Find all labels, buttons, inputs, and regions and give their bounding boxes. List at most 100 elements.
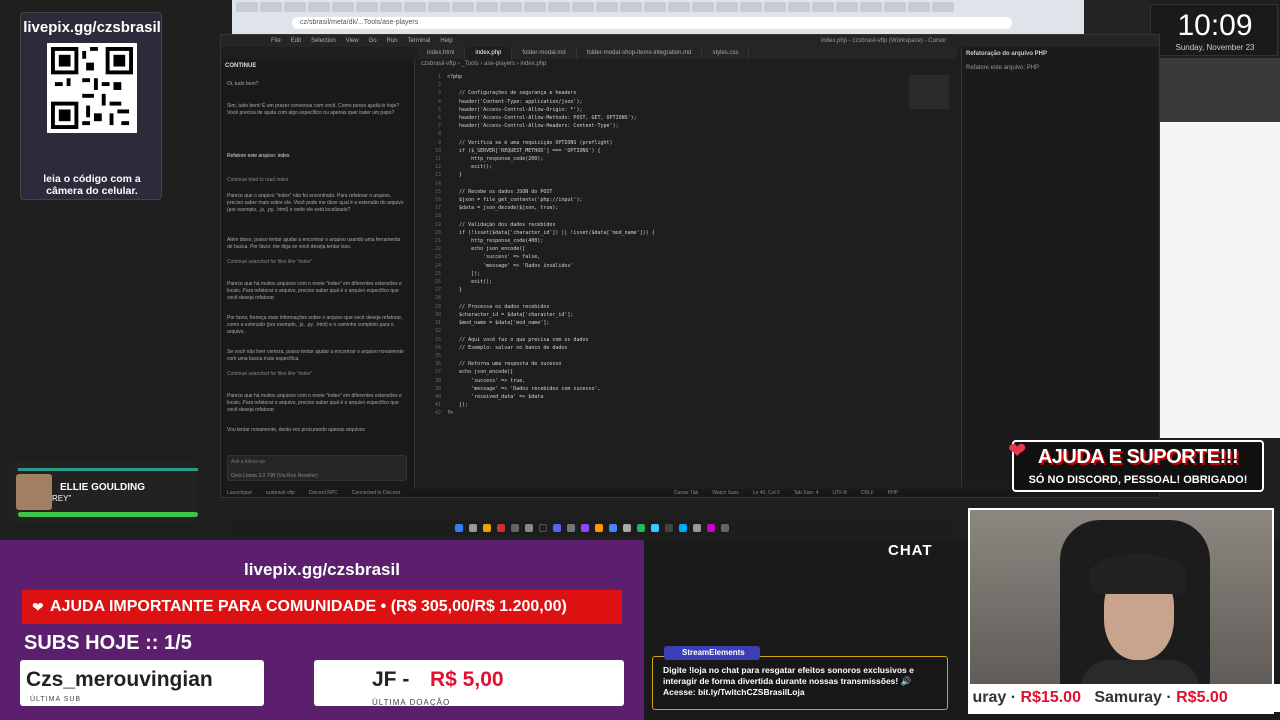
livepix-qr-panel: livepix.gg/czsbrasil leia o código com a… [20,12,162,200]
streamelements-badge: StreamElements [664,646,760,660]
chat-message: Refatore este arquivo: index [227,153,290,159]
support-title: AJUDA E SUPORTE!!! [1037,446,1239,468]
status-item[interactable]: Discord RPC [309,489,338,497]
status-item[interactable]: PHP [888,489,898,497]
qr-url: livepix.gg/czsbrasil [23,19,161,36]
tab-index-html[interactable]: index.html [417,47,466,59]
ticker-amount: R$15.00 [1020,689,1081,706]
chat-message: Parece que há muitos arquivos com o nome… [227,281,402,301]
status-item[interactable]: Connected to Discord [352,489,400,497]
composer-message: Refatore este arquivo: PHP [966,65,1040,71]
chat-message: Se você não tiver certeza, posso tentar … [227,349,404,362]
chat-header: CHAT [888,542,933,559]
chat-message: Digite !loja no chat para resgatar efeit… [652,656,948,710]
taskbar-app-icon[interactable] [679,524,687,532]
taskbar-app-icon[interactable] [511,524,519,532]
chat-message: Oi, tudo bom? [227,81,259,87]
discord-icon[interactable] [553,524,561,532]
taskbar-app-icon[interactable] [595,524,603,532]
folder-icon[interactable] [483,524,491,532]
code-editor[interactable]: <?php // Configurações de segurança e he… [447,73,947,416]
subs-today: SUBS HOJE :: 1/5 [24,632,192,654]
stream-chat: CHAT Digite !loja no chat para resgatar … [648,540,954,720]
spotify-icon[interactable] [637,524,645,532]
qr-caption: leia o código com a câmera do celular. [43,173,141,197]
browser-tab-strip[interactable] [232,2,1084,14]
chat-message: Parece que o arquivo "index" não foi enc… [227,193,404,213]
clock-widget: 10:09 Sunday, November 23 [1150,4,1278,56]
menu-edit[interactable]: Edit [291,35,301,47]
status-item[interactable]: Tab Size: 4 [794,489,819,497]
album-cover [16,474,52,510]
chat-input[interactable]: Ask a follow-up Grok Llama 3.3 70B (Via … [227,455,407,481]
last-donation-name: JF - [372,668,410,691]
windows-taskbar [232,520,952,536]
chat-input-placeholder: Ask a follow-up [231,459,265,465]
tab-styles-css[interactable]: styles.css [702,47,750,59]
cursor-app-icon[interactable] [539,524,547,532]
line-numbers: 1 2 3 4 5 6 7 8 9 10 11 12 13 14 15 16 1… [434,74,441,417]
chat-tool-call[interactable]: Continue searched for files like "index" [227,259,407,266]
chrome-icon[interactable] [609,524,617,532]
cursor-ide-window: File Edit Selection View Go Run Terminal… [220,34,1160,498]
chat-message: Parece que há muitos arquivos com o nome… [227,393,402,413]
last-donation-value: R$ 5,00 [430,668,504,691]
menu-go[interactable]: Go [369,35,377,47]
status-item[interactable]: czsbrasil-vftp [266,489,295,497]
livepix-url: livepix.gg/czsbrasil [244,560,400,579]
menu-help[interactable]: Help [440,35,452,47]
minimap[interactable] [909,75,949,109]
composer-title: Refatoração do arquivo PHP [966,51,1048,57]
donation-goal: AJUDA IMPORTANTE PARA COMUNIDADE • (R$ 3… [22,590,622,624]
windows-start-icon[interactable] [455,524,463,532]
chat-tool-call[interactable]: Continue searched for files like "index" [227,371,407,378]
status-item[interactable]: Launchpad [227,489,252,497]
chat-message: Vou tentar novamente, desta vez procuran… [227,427,365,433]
chat-tool-call[interactable]: Continue tried to read index [227,177,407,184]
status-item[interactable]: UTF-8 [833,489,847,497]
support-banner: ❤ AJUDA E SUPORTE!!! SÓ NO DISCORD, PESS… [1008,438,1264,492]
taskbar-app-icon[interactable] [497,524,505,532]
status-item[interactable]: Cursor Tab [674,489,698,497]
last-sub-name: Czs_merouvingian [26,668,213,691]
taskbar-app-icon[interactable] [469,524,477,532]
status-item[interactable]: Watch Sass [712,489,739,497]
twitch-icon[interactable] [581,524,589,532]
taskbar-app-icon[interactable] [623,524,631,532]
taskbar-app-icon[interactable] [721,524,729,532]
menu-file[interactable]: File [271,35,281,47]
taskbar-app-icon[interactable] [693,524,701,532]
taskbar-app-icon[interactable] [707,524,715,532]
last-donation-card: JF - R$ 5,00 ÚLTIMA DOAÇÃO [314,660,624,707]
tab-index-php[interactable]: index.php [465,47,513,59]
support-subtitle: SÓ NO DISCORD, PESSOAL! OBRIGADO! [1028,474,1248,486]
ide-title: index.php - czsbrasil-vftp (Workspace) -… [821,38,947,44]
chat-message: Sim, tudo bem! É um prazer conversar com… [227,103,400,116]
music-progress-bar [18,512,198,517]
streamer-cap [1090,554,1186,594]
status-item[interactable]: CRLF [861,489,874,497]
taskbar-app-icon[interactable] [525,524,533,532]
tab-folder-modal-shop[interactable]: folder-modal-shop-items-integration.md [577,47,703,59]
ide-menubar: File Edit Selection View Go Run Terminal… [221,35,1159,47]
last-sub-label: ÚLTIMA SUB [30,696,82,703]
editor-tabs: index.html index.php folder-modal.md fol… [417,47,957,59]
menu-terminal[interactable]: Terminal [408,35,431,47]
obs-icon[interactable] [665,524,673,532]
taskbar-app-icon[interactable] [651,524,659,532]
browser-window: cz/sbrasil/meta/dk/...Tools/ase-players [232,0,1084,34]
chat-model-select[interactable]: Grok Llama 3.3 70B (Via Roo Reseller) [231,473,403,479]
browser-address-bar[interactable]: cz/sbrasil/meta/dk/...Tools/ase-players [292,17,1012,29]
music-artist: REY" [52,494,72,503]
chat-message: Além disso, posso tentar ajudar a encont… [227,237,401,250]
donation-ticker: uray · R$15.00 Samuray · R$5.00 [968,684,1280,712]
menu-view[interactable]: View [346,35,359,47]
clock-date: Sunday, November 23 [1175,43,1255,52]
taskbar-app-icon[interactable] [567,524,575,532]
last-sub-card: Czs_merouvingian ÚLTIMA SUB [20,660,264,706]
menu-selection[interactable]: Selection [311,35,336,47]
status-item[interactable]: Ln 40, Col 5 [753,489,780,497]
tab-folder-modal[interactable]: folder-modal.md [512,47,577,59]
breadcrumb[interactable]: czsbrasil-vftp › _Tools › ase-players › … [421,61,546,67]
menu-run[interactable]: Run [387,35,398,47]
